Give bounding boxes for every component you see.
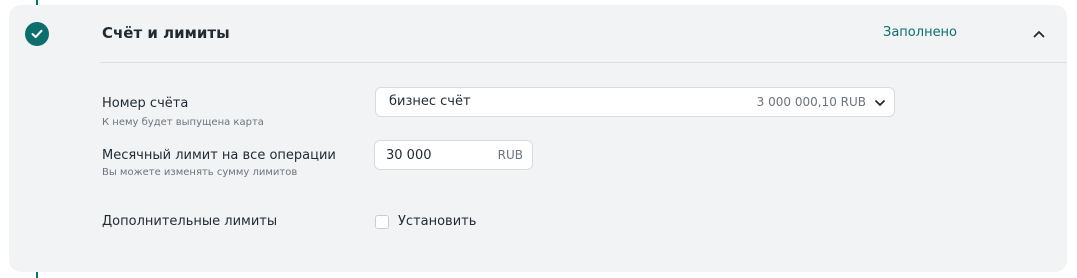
chevron-up-icon[interactable] — [1029, 25, 1049, 43]
extra-limits-checkbox-label[interactable]: Установить — [398, 214, 476, 229]
account-number-label: Номер счёта — [102, 96, 189, 111]
account-select-value: бизнес счёт — [389, 94, 471, 109]
monthly-limit-value: 30 000 — [386, 148, 432, 163]
account-balance: 3 000 000,10 RUB — [756, 95, 866, 109]
monthly-limit-input[interactable]: 30 000 RUB — [374, 140, 533, 170]
monthly-limit-currency: RUB — [497, 148, 523, 162]
extra-limits-label: Дополнительные лимиты — [102, 214, 278, 229]
step-complete-check-icon — [25, 22, 49, 46]
section-divider — [100, 62, 1067, 63]
monthly-limit-label: Месячный лимит на все операции — [102, 148, 336, 163]
account-select[interactable]: бизнес счёт 3 000 000,10 RUB — [375, 87, 895, 117]
accounts-limits-card — [9, 5, 1067, 272]
section-title: Счёт и лимиты — [102, 24, 230, 42]
chevron-down-icon — [875, 100, 885, 106]
account-number-hint: К нему будет выпущена карта — [102, 117, 264, 128]
monthly-limit-hint: Вы можете изменять сумму лимитов — [102, 167, 298, 178]
section-status-link[interactable]: Заполнено — [883, 25, 957, 40]
extra-limits-checkbox[interactable] — [375, 215, 389, 229]
card-form-step: Счёт и лимиты Заполнено Номер счёта К не… — [0, 0, 1077, 278]
